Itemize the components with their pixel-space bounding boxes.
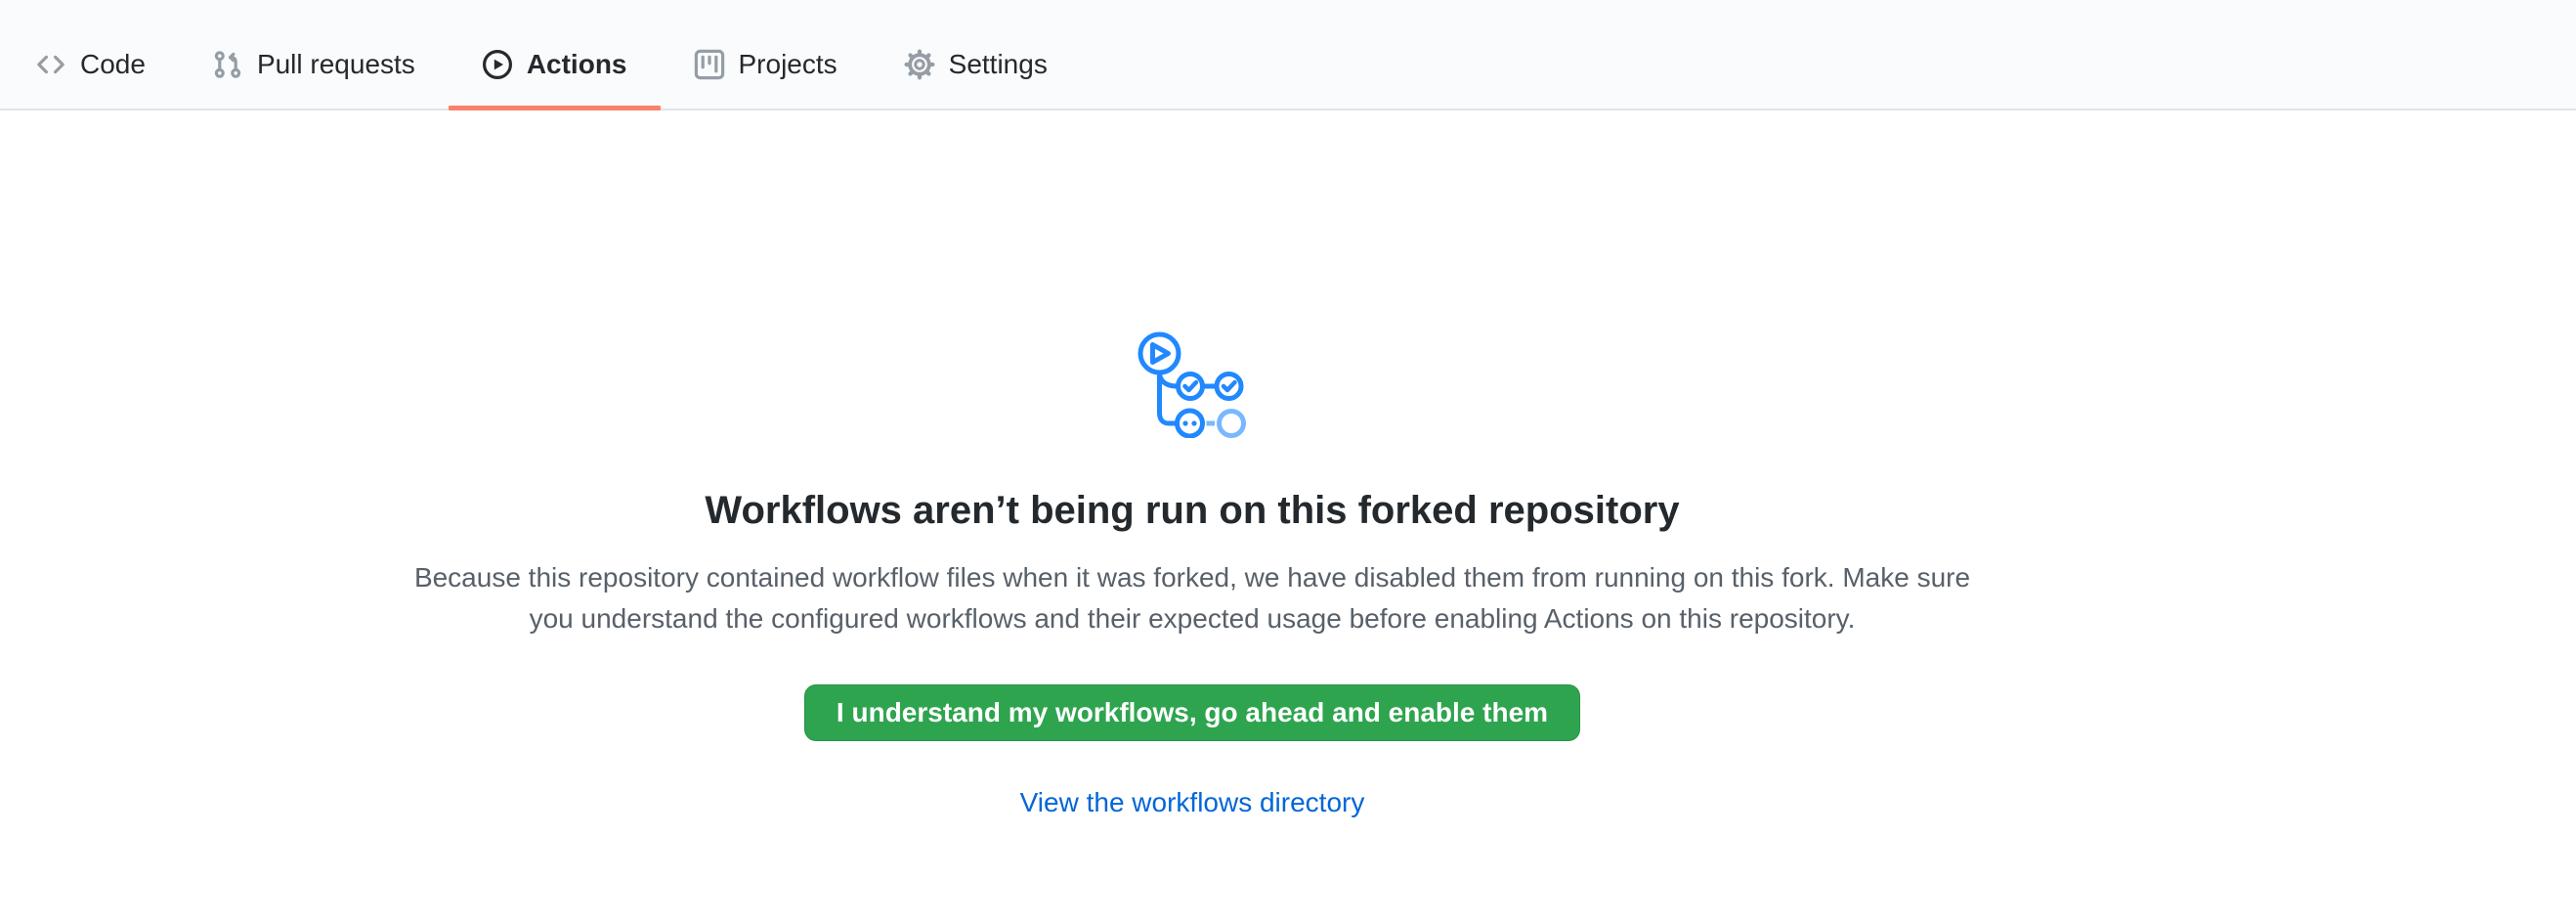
tab-settings[interactable]: Settings xyxy=(871,20,1081,109)
tab-pull-requests-label: Pull requests xyxy=(257,51,415,78)
play-icon xyxy=(482,49,513,80)
workflow-graph-icon xyxy=(1137,330,1248,438)
enable-workflows-button[interactable]: I understand my workflows, go ahead and … xyxy=(804,684,1580,741)
repository-actions-page: Code Pull requests xyxy=(0,0,2576,819)
gear-icon xyxy=(904,49,935,80)
repo-tab-nav: Code Pull requests xyxy=(0,0,2576,110)
tab-settings-label: Settings xyxy=(949,51,1048,78)
git-pull-request-icon xyxy=(212,49,243,80)
tab-projects[interactable]: Projects xyxy=(661,20,871,109)
tab-pull-requests[interactable]: Pull requests xyxy=(179,20,449,109)
tab-actions[interactable]: Actions xyxy=(449,20,661,109)
tab-actions-label: Actions xyxy=(527,51,627,78)
view-workflows-directory-link[interactable]: View the workflows directory xyxy=(1020,786,1365,819)
tab-projects-label: Projects xyxy=(739,51,837,78)
blankslate-title: Workflows aren’t being run on this forke… xyxy=(705,485,1679,536)
code-icon xyxy=(35,49,66,80)
tab-code[interactable]: Code xyxy=(2,20,179,109)
tab-code-label: Code xyxy=(80,51,146,78)
project-icon xyxy=(694,49,725,80)
blankslate-description: Because this repository contained workfl… xyxy=(396,557,1989,639)
actions-disabled-blankslate: Workflows aren’t being run on this forke… xyxy=(0,110,2384,819)
